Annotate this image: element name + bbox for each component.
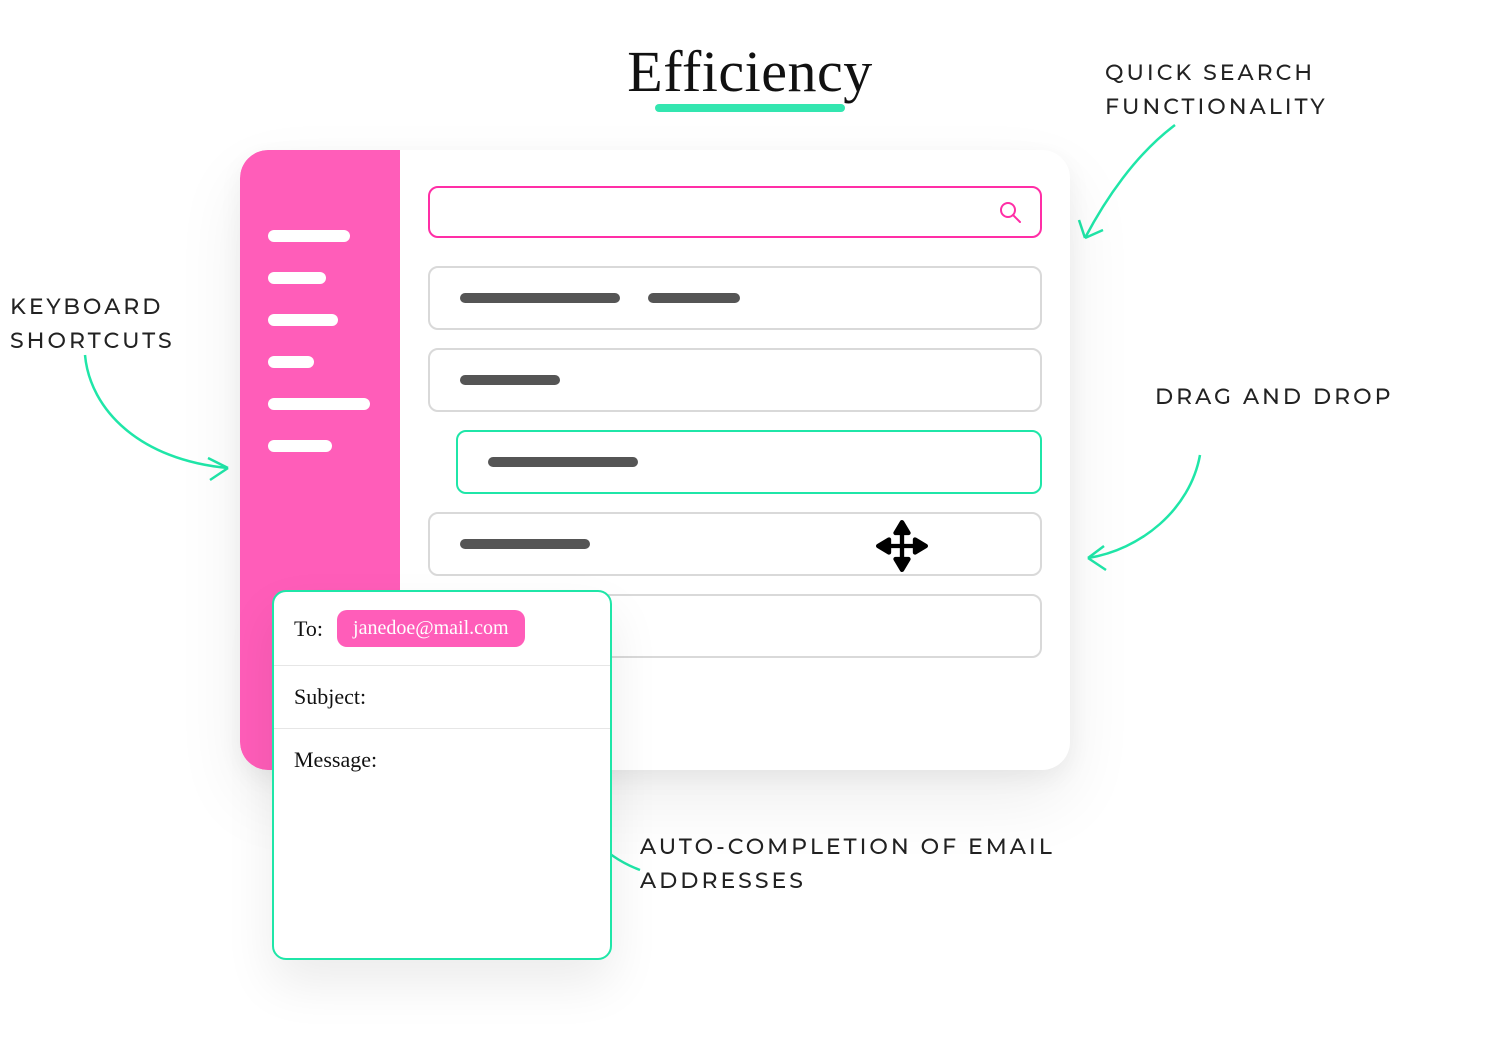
sidebar-item[interactable] bbox=[268, 230, 350, 242]
page-title: Efficiency bbox=[627, 38, 872, 105]
sidebar-item[interactable] bbox=[268, 272, 326, 284]
compose-to-row[interactable]: To: janedoe@mail.com bbox=[274, 592, 610, 666]
text-placeholder bbox=[648, 293, 740, 303]
text-placeholder bbox=[460, 375, 560, 385]
title-underline bbox=[655, 104, 845, 112]
annotation-keyboard-shortcuts: KEYBOARD SHORTCUTS bbox=[10, 290, 240, 358]
text-placeholder bbox=[460, 539, 590, 549]
arrow-search bbox=[1075, 120, 1195, 250]
arrow-keyboard bbox=[80, 350, 240, 490]
compose-subject-row[interactable]: Subject: bbox=[274, 666, 610, 729]
text-placeholder bbox=[460, 293, 620, 303]
list-item[interactable] bbox=[428, 348, 1042, 412]
list-item[interactable] bbox=[428, 512, 1042, 576]
text-placeholder bbox=[488, 457, 638, 467]
move-cursor-icon bbox=[876, 520, 928, 572]
compose-message-label: Message: bbox=[294, 747, 377, 773]
list-item[interactable] bbox=[428, 266, 1042, 330]
annotation-autocomplete: AUTO-COMPLETION OF EMAIL ADDRESSES bbox=[640, 830, 1200, 898]
compose-message-row[interactable]: Message: bbox=[274, 729, 610, 958]
annotation-drag-and-drop: DRAG AND DROP bbox=[1155, 380, 1455, 414]
compose-panel: To: janedoe@mail.com Subject: Message: bbox=[272, 590, 612, 960]
sidebar-item[interactable] bbox=[268, 398, 370, 410]
list-item-dragging[interactable] bbox=[456, 430, 1042, 494]
sidebar-item[interactable] bbox=[268, 440, 332, 452]
sidebar-item[interactable] bbox=[268, 356, 314, 368]
search-icon bbox=[998, 200, 1022, 224]
annotation-quick-search: QUICK SEARCH FUNCTIONALITY bbox=[1105, 56, 1445, 124]
compose-to-chip[interactable]: janedoe@mail.com bbox=[337, 610, 525, 647]
search-input[interactable] bbox=[428, 186, 1042, 238]
compose-to-label: To: bbox=[294, 616, 323, 642]
sidebar-item[interactable] bbox=[268, 314, 338, 326]
compose-subject-label: Subject: bbox=[294, 684, 366, 710]
arrow-drag bbox=[1080, 450, 1220, 580]
